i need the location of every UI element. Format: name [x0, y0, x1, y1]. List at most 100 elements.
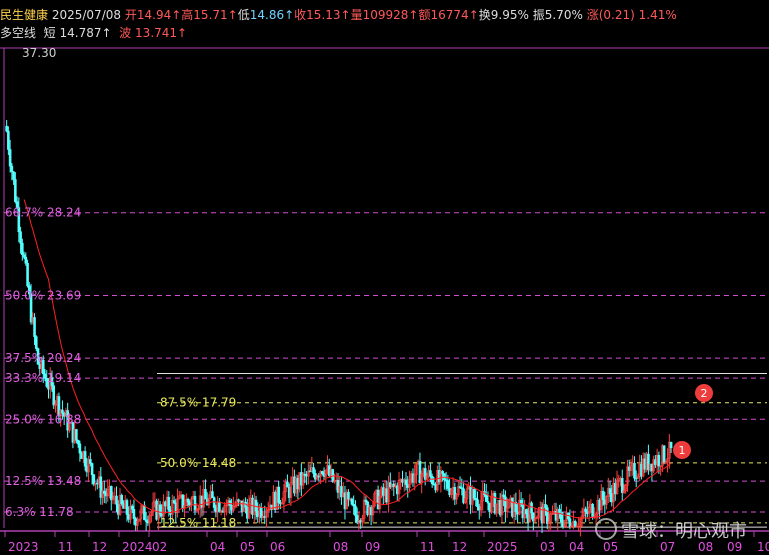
candle-body	[14, 179, 17, 202]
candle-body	[24, 256, 28, 264]
candle-body	[34, 336, 38, 349]
candle-body	[484, 494, 488, 502]
x-axis-label: 2023	[8, 540, 39, 554]
x-axis-label: 11	[58, 540, 73, 554]
candle-body	[172, 500, 176, 504]
candle-body	[76, 440, 80, 445]
candle-body	[130, 505, 134, 510]
level-label: 25.0% 16.88	[5, 412, 81, 426]
candle-body	[5, 125, 8, 132]
x-axis-label: 12	[92, 540, 107, 554]
x-axis-label: 04	[569, 540, 584, 554]
x-axis-label: 12	[452, 540, 467, 554]
sub-level-label: 87.5% 17.79	[160, 396, 236, 410]
sub-level-label: 12.5% 11.18	[160, 516, 236, 530]
price-top-label: 37.30	[22, 46, 56, 60]
candle-body	[211, 491, 214, 499]
candle-body	[354, 505, 357, 516]
level-label: 33.3% 19.14	[5, 371, 81, 385]
candle-body	[446, 480, 450, 489]
x-axis-label: 10	[757, 540, 769, 554]
marker-number: 1	[679, 444, 686, 457]
candle-body	[21, 242, 24, 255]
candle-body	[109, 486, 113, 501]
candle-body	[19, 231, 22, 244]
candle-body	[591, 503, 594, 519]
level-label: 50.0% 23.69	[5, 288, 81, 302]
candle-body	[204, 489, 207, 500]
x-axis-label: 03	[540, 540, 555, 554]
candle-body	[212, 497, 216, 508]
marker-number: 2	[701, 387, 708, 400]
candle-body	[472, 489, 476, 499]
candle-body	[312, 467, 315, 474]
x-axis-label: 2024	[122, 540, 153, 554]
level-label: 66.7% 28.24	[5, 206, 81, 220]
x-axis-label: 08	[333, 540, 348, 554]
candle-body	[350, 498, 354, 505]
x-axis-label: 09	[365, 540, 380, 554]
sub-level-label: 50.0% 14.48	[160, 456, 236, 470]
candle-body	[143, 505, 146, 521]
candle-body	[167, 496, 171, 511]
candle-body	[347, 491, 350, 500]
x-axis-label: 06	[270, 540, 285, 554]
level-label: 12.5% 13.48	[5, 474, 81, 488]
candle-body	[430, 475, 434, 485]
candle-body	[525, 509, 528, 515]
candlestick-chart[interactable]: 37.30 66.7% 28.24 50.0% 23.69 37.5% 20.24 33…	[0, 0, 769, 555]
x-axis-label: 2025	[487, 540, 518, 554]
candle-body	[89, 459, 92, 464]
candle-body	[320, 471, 324, 475]
candle-body	[26, 263, 29, 287]
candle-body	[102, 490, 106, 494]
candle-body	[441, 471, 444, 475]
level-label: 37.5% 20.24	[5, 351, 81, 365]
candle-body	[7, 130, 10, 150]
candle-body	[544, 504, 547, 508]
candle-body	[530, 502, 533, 514]
candle-body	[657, 455, 661, 467]
candle-body	[33, 317, 36, 337]
candle-body	[568, 518, 572, 527]
candle-body	[254, 499, 258, 512]
candle-body	[22, 254, 26, 258]
candle-body	[78, 443, 82, 454]
candle-body	[132, 509, 136, 519]
candle-body	[476, 499, 479, 507]
candle-body	[75, 429, 78, 441]
watermark-text: 雪球：明心观市	[621, 521, 747, 542]
level-label: 6.3% 11.78	[5, 505, 74, 519]
x-axis-label: 04	[210, 540, 225, 554]
candle-body	[218, 501, 221, 513]
candle-body	[584, 508, 587, 512]
candle-body	[669, 441, 673, 449]
candle-body	[573, 520, 577, 527]
candle-body	[633, 463, 636, 479]
watermark: 雪球：明心观市	[595, 517, 747, 543]
moving-average-line	[23, 199, 672, 519]
snowball-logo-icon	[595, 518, 617, 540]
candle-body	[83, 451, 87, 467]
candle-body	[52, 385, 56, 406]
candle-body	[120, 495, 124, 504]
candle-body	[90, 463, 94, 476]
candle-body	[662, 445, 666, 463]
candle-body	[10, 165, 14, 173]
candle-body	[186, 498, 190, 503]
candle-body	[558, 508, 561, 514]
candle-body	[12, 171, 15, 180]
candle-body	[404, 479, 408, 485]
candle-body	[158, 504, 162, 515]
x-axis-label: 11	[420, 540, 435, 554]
candle-body	[115, 495, 118, 505]
candle-body	[8, 149, 12, 167]
x-axis-label: 02	[152, 540, 167, 554]
candle-body	[193, 495, 197, 511]
candle-body	[125, 500, 129, 515]
candle-body	[277, 486, 280, 503]
candle-body	[429, 470, 432, 477]
candle-body	[608, 488, 612, 494]
x-axis-label: 05	[240, 540, 255, 554]
candle-body	[286, 481, 289, 488]
